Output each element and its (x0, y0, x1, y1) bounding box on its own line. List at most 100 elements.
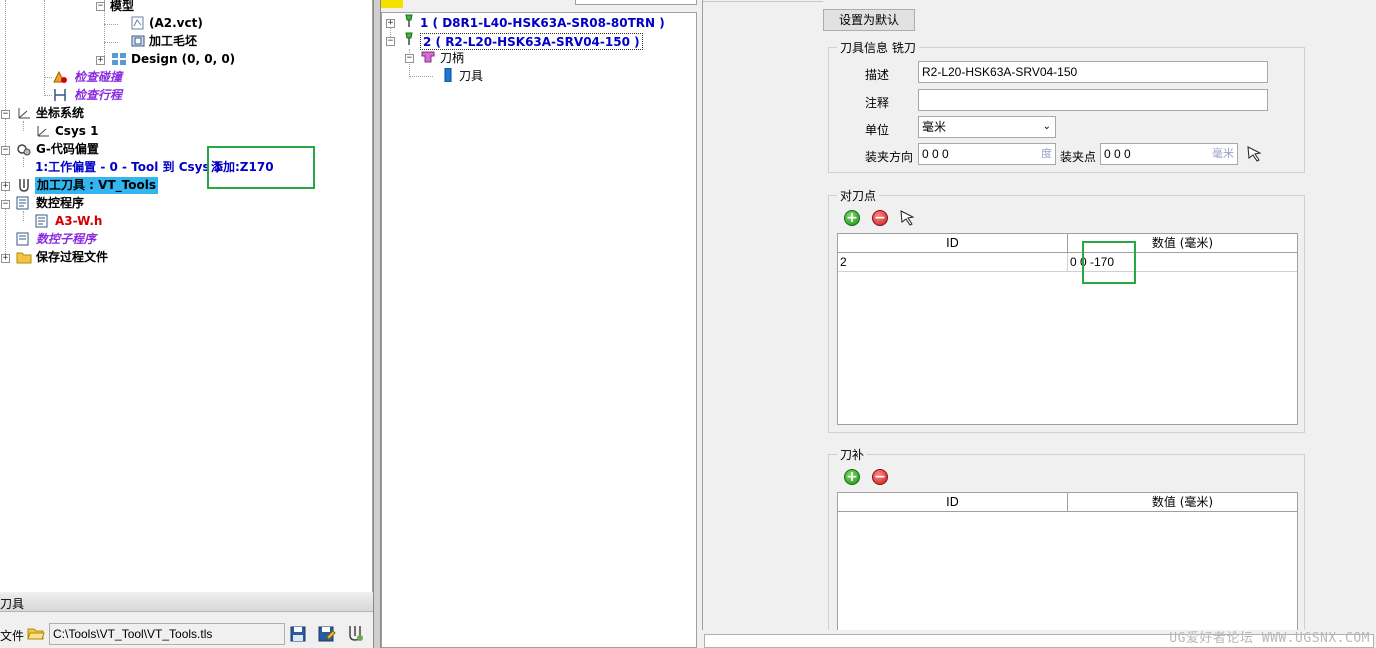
tree-node-design[interactable]: Design (0, 0, 0) (131, 51, 235, 68)
collapse-toggle[interactable]: − (1, 200, 10, 209)
file-label: 文件 (0, 629, 25, 643)
tool-manager-icon[interactable] (346, 625, 364, 642)
tree-node-nc-subprogram[interactable]: 数控子程序 (36, 231, 96, 248)
collapse-toggle[interactable]: − (1, 110, 10, 119)
tree-node-label: 加工毛坯 (149, 34, 198, 48)
toolbar-field-stub[interactable] (575, 0, 697, 5)
tool-list-tree: + 1 ( D8R1-L40-HSK63A-SR08-80TRN ) − 2 (… (381, 12, 697, 648)
holder-icon (421, 51, 435, 63)
tree-guide (23, 157, 24, 167)
tool-properties-panel: 设置为默认 刀具信息 铣刀 描述 R2-L20-HSK63A-SRV04-150… (702, 0, 1376, 630)
collapse-toggle[interactable]: − (96, 2, 105, 11)
save-icon[interactable] (290, 626, 306, 642)
tool-pin-icon (405, 14, 413, 27)
tree-node-stock[interactable]: 加工毛坯 (149, 33, 197, 50)
vct-file-icon (131, 16, 144, 30)
toolbar-button-stub[interactable] (381, 0, 403, 8)
tree-guide (44, 0, 45, 96)
nc-file-icon (35, 214, 48, 228)
tool-item-2[interactable]: 2 ( R2-L20-HSK63A-SRV04-150 ) (420, 33, 643, 50)
tree-node-a3-wh[interactable]: A3-W.h (55, 213, 102, 230)
tool-info-title: 刀具信息 铣刀 (840, 41, 916, 55)
tree-node-label: 数控程序 (36, 196, 85, 210)
description-field[interactable]: R2-L20-HSK63A-SRV04-150 (918, 61, 1268, 83)
column-header-value[interactable]: 数值 (毫米) (1068, 493, 1297, 512)
watermark-text: UG爱好者论坛 WWW.UGSNX.COM (1169, 631, 1370, 646)
tool-item-label: 1 ( D8R1-L40-HSK63A-SR08-80TRN ) (420, 16, 665, 30)
tree-node-label: 保存过程文件 (36, 250, 109, 264)
collapse-toggle[interactable]: − (386, 37, 395, 46)
compensation-table: ID 数值 (毫米) (837, 492, 1298, 630)
units-select[interactable]: 毫米 ⌄ (918, 116, 1056, 138)
tool-pin-icon (405, 32, 413, 45)
tree-node-save-process[interactable]: 保存过程文件 (36, 249, 108, 266)
tree-node-label: 数控子程序 (36, 232, 97, 246)
column-header-id[interactable]: ID (838, 493, 1068, 512)
clamp-point-unit: 毫米 (1212, 148, 1234, 160)
tree-node-label: 1:工作偏置 - 0 - Tool 到 Csys 1 (35, 160, 223, 174)
annotation-box (1082, 241, 1136, 284)
cutter-node[interactable]: 刀具 (459, 68, 483, 85)
gcode-offset-icon (17, 144, 31, 156)
units-label: 单位 (865, 123, 890, 137)
tree-node-check-collision[interactable]: 检查碰撞 (74, 69, 122, 86)
add-gauge-button[interactable]: + (844, 210, 860, 226)
units-value: 毫米 (922, 120, 947, 134)
panel-edge (703, 0, 823, 2)
open-folder-icon[interactable] (27, 625, 45, 641)
cutter-icon (444, 68, 452, 82)
holder-node[interactable]: 刀柄 (440, 50, 464, 67)
set-default-button[interactable]: 设置为默认 (823, 9, 915, 31)
gauge-point-title: 对刀点 (840, 189, 877, 203)
tree-node-nc-program[interactable]: 数控程序 (36, 195, 84, 212)
remove-gauge-button[interactable]: − (872, 210, 888, 226)
collapse-toggle[interactable]: − (1, 146, 10, 155)
add-compensation-button[interactable]: + (844, 469, 860, 485)
tree-node-label: 加工刀具 : VT_Tools (37, 178, 156, 192)
description-label: 描述 (865, 68, 890, 82)
tree-guide (409, 76, 433, 77)
remove-compensation-button[interactable]: − (872, 469, 888, 485)
tree-node-check-travel[interactable]: 检查行程 (74, 87, 122, 104)
expand-toggle[interactable]: + (1, 254, 10, 263)
pick-pointer-icon[interactable] (1246, 145, 1264, 163)
expand-toggle[interactable]: + (386, 19, 395, 28)
holder-label: 刀柄 (440, 51, 465, 65)
section-header (0, 594, 373, 612)
collapse-toggle[interactable]: − (405, 54, 414, 63)
tree-guide (104, 24, 118, 25)
clamp-direction-label: 装夹方向 (865, 150, 914, 164)
tree-node-coord-system[interactable]: 坐标系统 (36, 105, 84, 122)
tree-node-label: Design (0, 0, 0) (131, 52, 236, 66)
pick-pointer-icon[interactable] (899, 209, 917, 227)
tree-node-work-offset[interactable]: 1:工作偏置 - 0 - Tool 到 Csys 1 (35, 159, 222, 176)
expand-toggle[interactable]: + (1, 182, 10, 191)
save-as-icon[interactable] (318, 626, 336, 642)
tree-node-model[interactable]: 模型 (110, 0, 134, 15)
clamp-direction-field[interactable]: 0 0 0 度 (918, 143, 1056, 165)
stock-icon (131, 35, 145, 47)
comment-field[interactable] (918, 89, 1268, 111)
tree-node-machine-tools[interactable]: 加工刀具 : VT_Tools (35, 177, 158, 194)
tree-node-gcode-offset[interactable]: G-代码偏置 (36, 141, 99, 158)
nc-program-icon (16, 196, 29, 210)
mid-toolbar-strip (381, 0, 697, 12)
tree-node-csys1[interactable]: Csys 1 (55, 123, 98, 140)
tree-guide (5, 0, 6, 262)
tree-node-label: 检查行程 (74, 88, 123, 102)
panel-splitter[interactable] (373, 0, 381, 648)
tree-guide (44, 77, 52, 78)
clamp-point-value: 0 0 0 (1104, 147, 1131, 161)
column-header-id[interactable]: ID (838, 234, 1068, 253)
table-cell-id[interactable]: 2 (838, 253, 1068, 272)
tree-node-a2-vct[interactable]: (A2.vct) (149, 15, 203, 32)
expand-toggle[interactable]: + (96, 56, 105, 65)
clamp-point-field[interactable]: 0 0 0 毫米 (1100, 143, 1238, 165)
cutter-label: 刀具 (459, 69, 484, 83)
tree-node-label: A3-W.h (55, 214, 103, 228)
clamp-direction-value: 0 0 0 (922, 147, 949, 161)
tree-guide (23, 211, 24, 221)
tool-file-bar: 刀具 文件 C:\Tools\VT_Tool\VT_Tools.tls (0, 592, 373, 648)
tool-item-1[interactable]: 1 ( D8R1-L40-HSK63A-SR08-80TRN ) (420, 15, 665, 32)
tool-file-path[interactable]: C:\Tools\VT_Tool\VT_Tools.tls (49, 623, 285, 645)
